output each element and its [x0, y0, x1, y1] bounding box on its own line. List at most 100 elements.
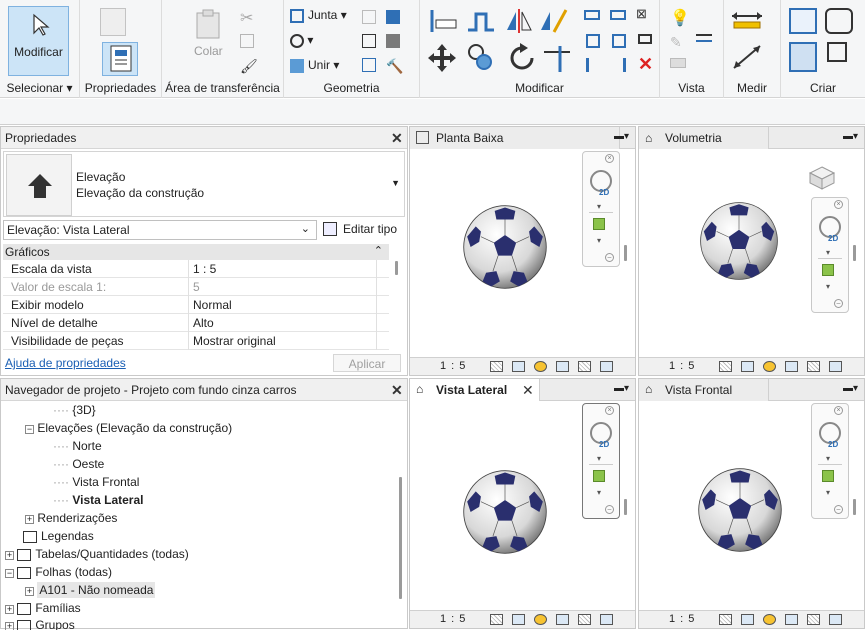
- property-row[interactable]: Escala da vista 1 : 5: [3, 260, 389, 278]
- split-face-icon[interactable]: [362, 34, 376, 48]
- nav-dropdown-icon[interactable]: ▾: [597, 454, 601, 463]
- shape-button[interactable]: ▾: [290, 33, 313, 48]
- paste-label[interactable]: Colar: [194, 44, 223, 58]
- detail-level-icon[interactable]: [719, 614, 732, 625]
- eraser-icon[interactable]: [670, 58, 686, 68]
- visual-style-icon[interactable]: [512, 614, 525, 625]
- temporary-hide-icon[interactable]: [600, 361, 613, 372]
- join-button[interactable]: Junta ▾: [290, 8, 347, 23]
- tree-item-folhas[interactable]: − Folhas (todas): [5, 565, 112, 579]
- visual-style-icon[interactable]: [741, 361, 754, 372]
- shadows-icon[interactable]: [556, 361, 569, 372]
- align-icon[interactable]: [428, 8, 458, 34]
- browser-close-icon[interactable]: ✕: [391, 382, 403, 399]
- move-icon[interactable]: [426, 42, 458, 74]
- unpin-icon[interactable]: ⊠: [636, 6, 647, 22]
- trim-extend-multiple-icon[interactable]: [612, 58, 626, 72]
- linework-icon[interactable]: [696, 34, 712, 42]
- browser-scrollbar[interactable]: [399, 477, 402, 599]
- crop-view-icon[interactable]: [807, 614, 820, 625]
- hide-element-icon[interactable]: 💡: [670, 8, 690, 28]
- trim-icon[interactable]: [542, 44, 572, 74]
- crop-view-icon[interactable]: [578, 361, 591, 372]
- split-gap-icon[interactable]: [610, 10, 626, 20]
- offset-icon[interactable]: [466, 8, 496, 34]
- expand-plus-icon[interactable]: +: [5, 605, 14, 614]
- detail-level-icon[interactable]: [719, 361, 732, 372]
- visual-style-icon[interactable]: [741, 614, 754, 625]
- tab-vista-lateral[interactable]: ⌂ Vista Lateral ✕: [410, 379, 540, 401]
- tree-item-tabelas[interactable]: + Tabelas/Quantidades (todas): [5, 547, 189, 561]
- temporary-hide-icon[interactable]: [829, 614, 842, 625]
- property-value[interactable]: Mostrar original: [193, 334, 276, 348]
- zoom-region-icon[interactable]: [593, 470, 605, 482]
- mirror-axis-icon[interactable]: [504, 8, 534, 34]
- tree-item-3d[interactable]: ···· {3D}: [53, 403, 96, 417]
- paint-icon[interactable]: [386, 34, 400, 48]
- shadows-icon[interactable]: [785, 361, 798, 372]
- delete-icon[interactable]: ✕: [638, 54, 653, 75]
- collapse-minus-icon[interactable]: −: [25, 425, 34, 434]
- nav-close-icon[interactable]: ×: [834, 406, 843, 415]
- tree-item-vista-frontal[interactable]: ···· Vista Frontal: [53, 475, 139, 489]
- expand-plus-icon[interactable]: +: [5, 551, 14, 560]
- tab-volumetria[interactable]: ⌂ Volumetria: [639, 127, 769, 149]
- navigation-bar[interactable]: × 2D ▾ ▾ –: [582, 151, 620, 267]
- modify-button[interactable]: Modificar: [8, 6, 69, 76]
- type-dropdown-arrow-icon[interactable]: ▼: [391, 178, 400, 188]
- cut-geometry-icon[interactable]: [362, 10, 376, 24]
- tree-item-vista-lateral[interactable]: ···· Vista Lateral: [53, 493, 143, 507]
- nav-dropdown-icon[interactable]: ▾: [826, 248, 830, 257]
- view-menu-icon[interactable]: ▬▾: [614, 383, 629, 394]
- create-assembly-icon[interactable]: [789, 8, 817, 34]
- property-row[interactable]: Nível de detalhe Alto: [3, 314, 389, 332]
- sun-path-icon[interactable]: [763, 614, 776, 625]
- create-parts-icon[interactable]: [825, 8, 853, 34]
- properties-help-link[interactable]: Ajuda de propriedades: [5, 356, 126, 370]
- visual-style-icon[interactable]: [512, 361, 525, 372]
- scale-label[interactable]: 1 : 5: [440, 613, 466, 625]
- sun-path-icon[interactable]: [534, 361, 547, 372]
- zoom-region-icon[interactable]: [822, 470, 834, 482]
- nav-menu-icon[interactable]: –: [605, 253, 614, 262]
- tab-vista-frontal[interactable]: ⌂ Vista Frontal: [639, 379, 769, 401]
- copy-element-icon[interactable]: [466, 42, 496, 74]
- nav-close-icon[interactable]: ×: [834, 200, 843, 209]
- nav-menu-icon[interactable]: –: [834, 505, 843, 514]
- property-value[interactable]: Normal: [193, 298, 232, 312]
- tab-close-icon[interactable]: ✕: [522, 382, 534, 399]
- property-row[interactable]: Exibir modelo Normal: [3, 296, 389, 314]
- view-scrollbar[interactable]: [853, 245, 856, 261]
- zoom-dropdown-icon[interactable]: ▾: [597, 236, 601, 245]
- shadows-icon[interactable]: [556, 614, 569, 625]
- property-row[interactable]: Valor de escala 1: 5: [3, 278, 389, 296]
- instance-selector[interactable]: Elevação: Vista Lateral ⌄: [3, 220, 317, 240]
- shadows-icon[interactable]: [785, 614, 798, 625]
- view-scrollbar[interactable]: [853, 499, 856, 515]
- view-scrollbar[interactable]: [624, 499, 627, 515]
- property-value[interactable]: 1 : 5: [193, 262, 216, 276]
- scale-label[interactable]: 1 : 5: [440, 360, 466, 372]
- sun-path-icon[interactable]: [763, 361, 776, 372]
- tree-item-elevations[interactable]: − Elevações (Elevação da construção): [25, 421, 232, 435]
- nav-dropdown-icon[interactable]: ▾: [826, 454, 830, 463]
- tree-item-grupos[interactable]: + Grupos: [5, 618, 75, 630]
- copy-icon[interactable]: [240, 34, 254, 48]
- array-icon[interactable]: [586, 34, 600, 48]
- detail-level-icon[interactable]: [490, 614, 503, 625]
- dimension-icon[interactable]: [730, 42, 764, 72]
- group-label-select[interactable]: Selecionar ▾: [0, 81, 79, 95]
- create-group-icon[interactable]: [789, 42, 817, 72]
- apply-button[interactable]: Aplicar: [333, 354, 401, 372]
- trim-extend-icon[interactable]: [586, 58, 600, 72]
- zoom-dropdown-icon[interactable]: ▾: [597, 488, 601, 497]
- section-graphics[interactable]: Gráficos ⌃: [3, 244, 389, 260]
- property-row[interactable]: Visibilidade de peças Mostrar original: [3, 332, 389, 350]
- mirror-draw-icon[interactable]: [538, 8, 568, 34]
- split-icon[interactable]: [584, 10, 600, 20]
- crop-view-icon[interactable]: [578, 614, 591, 625]
- tree-item-norte[interactable]: ···· Norte: [53, 439, 102, 453]
- zoom-dropdown-icon[interactable]: ▾: [826, 282, 830, 291]
- tree-item-renderizacoes[interactable]: + Renderizações: [25, 511, 117, 525]
- scale-icon[interactable]: [612, 34, 626, 48]
